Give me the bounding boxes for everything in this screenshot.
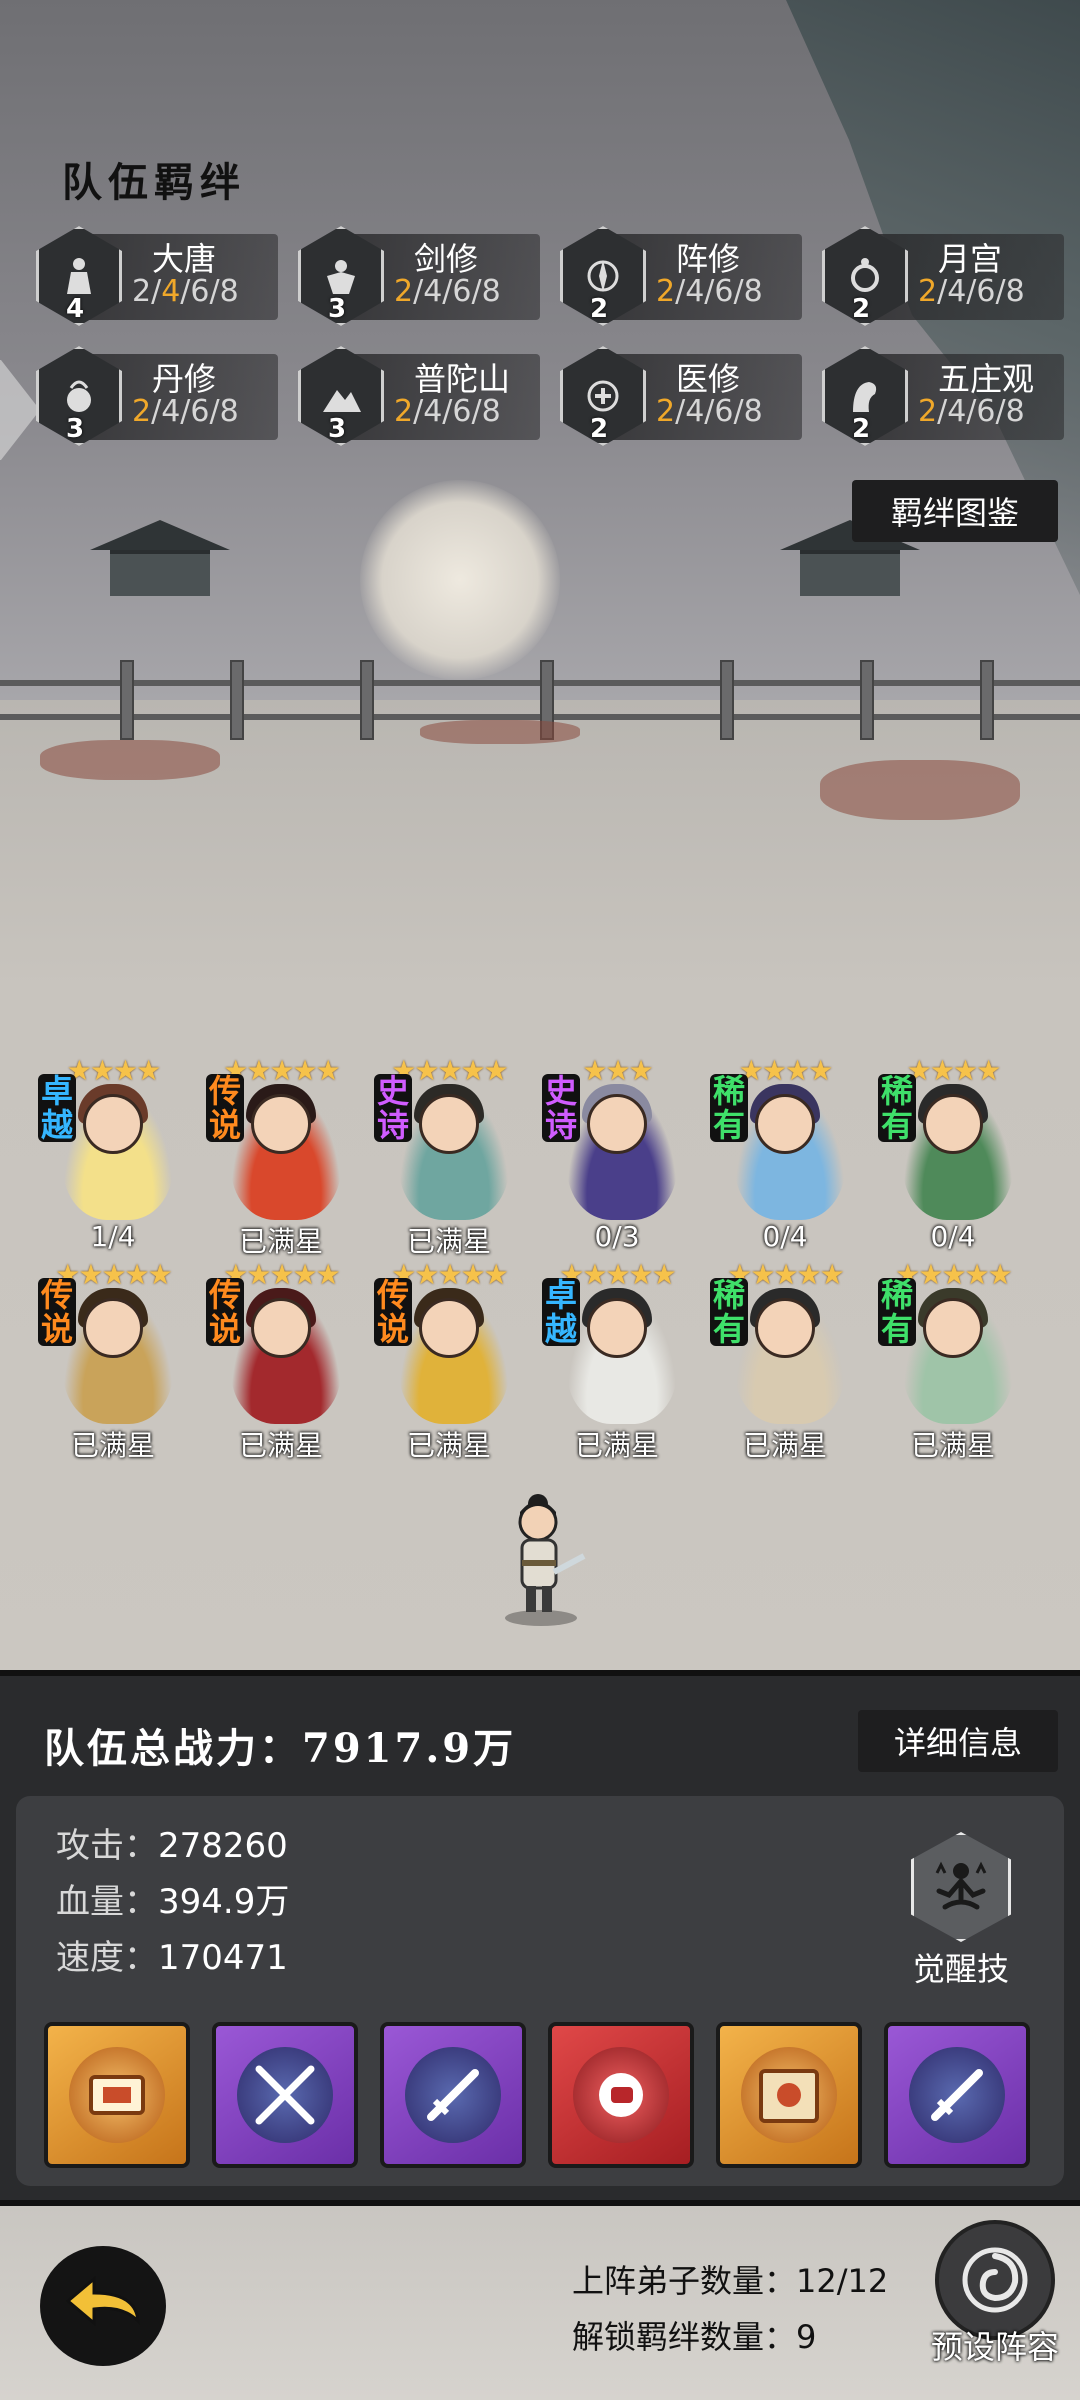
sword-emblem-icon [909, 2047, 1005, 2143]
bond-member-count: 3 [328, 414, 347, 444]
scroll-badge-icon [69, 2047, 165, 2143]
unlocked-bonds-count: 解锁羁绊数量：9 [572, 2318, 817, 2356]
bond-member-count: 2 [852, 294, 871, 324]
star-progress: 0/4 [930, 1220, 976, 1253]
skill-slot[interactable] [548, 2022, 694, 2168]
bond-item[interactable]: 2 月宫 2/4/6/8 [822, 226, 1064, 326]
hero-card[interactable]: ★★★★ 卓越 1/4 [38, 1054, 188, 1254]
bond-item[interactable]: 4 大唐 2/4/6/8 [36, 226, 278, 326]
star-progress: 已满星 [406, 1429, 491, 1462]
star-progress: 已满星 [238, 1429, 323, 1462]
rarity-badge: 稀有 [710, 1278, 748, 1346]
hero-card[interactable]: ★★★★★ 史诗 已满星 [374, 1054, 524, 1258]
star-progress: 已满星 [238, 1225, 323, 1258]
bond-tiers: 2/4/6/8 [394, 274, 501, 309]
hero-card[interactable]: ★★★★★ 稀有 已满星 [710, 1258, 860, 1462]
star-progress: 1/4 [90, 1220, 136, 1253]
bond-member-count: 2 [590, 414, 609, 444]
deployed-count: 上阵弟子数量：12/12 [572, 2262, 889, 2300]
bond-member-count: 3 [328, 294, 347, 324]
hero-card[interactable]: ★★★★★ 卓越 已满星 [542, 1258, 692, 1462]
meditation-icon [911, 1832, 1011, 1942]
hero-card[interactable]: ★★★★★ 稀有 已满星 [878, 1258, 1028, 1462]
bond-member-count: 4 [66, 294, 85, 324]
speed-stat: 速度：170471 [56, 1938, 288, 1978]
awaken-skill-button[interactable]: 觉醒技 [906, 1832, 1016, 1990]
bond-tiers: 2/4/6/8 [918, 274, 1025, 309]
bond-member-count: 2 [852, 414, 871, 444]
player-character [496, 1486, 586, 1626]
stats-box: 攻击：278260 血量：394.9万 速度：170471 觉醒技 [16, 1796, 1064, 2186]
bond-codex-button[interactable]: 羁绊图鉴 [852, 480, 1058, 542]
rarity-badge: 传说 [38, 1278, 76, 1346]
star-progress: 已满星 [742, 1429, 827, 1462]
rarity-badge: 传说 [206, 1278, 244, 1346]
rarity-badge: 传说 [206, 1074, 244, 1142]
bond-tiers: 2/4/6/8 [394, 394, 501, 429]
bond-item[interactable]: 2 阵修 2/4/6/8 [560, 226, 802, 326]
hero-card[interactable]: ★★★★ 稀有 0/4 [710, 1054, 860, 1254]
hero-card[interactable]: ★★★★★ 传说 已满星 [206, 1054, 356, 1258]
bond-item[interactable]: 3 丹修 2/4/6/8 [36, 346, 278, 446]
sword-emblem-icon [405, 2047, 501, 2143]
hero-card[interactable]: ★★★★ 稀有 0/4 [878, 1054, 1028, 1254]
bond-tiers: 2/4/6/8 [132, 274, 239, 309]
skill-slot[interactable] [884, 2022, 1030, 2168]
moon-decoration [360, 480, 560, 680]
preset-lineup-label: 预设阵容 [930, 2328, 1059, 2366]
bond-item[interactable]: 2 五庄观 2/4/6/8 [822, 346, 1064, 446]
fist-crest-icon [573, 2047, 669, 2143]
star-progress: 0/4 [762, 1220, 808, 1253]
team-stats-panel: 队伍总战力：7917.9万 详细信息 攻击：278260 血量：394.9万 速… [0, 1670, 1080, 2200]
book-icon [741, 2047, 837, 2143]
awaken-skill-label: 觉醒技 [912, 1950, 1009, 1988]
hp-stat: 血量：394.9万 [56, 1882, 290, 1922]
star-progress: 已满星 [406, 1225, 491, 1258]
bond-item[interactable]: 3 普陀山 2/4/6/8 [298, 346, 540, 446]
rarity-badge: 史诗 [542, 1074, 580, 1142]
bond-tiers: 2/4/6/8 [656, 274, 763, 309]
hero-card[interactable]: ★★★★★ 传说 已满星 [374, 1258, 524, 1462]
crossed-swords-icon [237, 2047, 333, 2143]
hero-card[interactable]: ★★★★★ 传说 已满星 [38, 1258, 188, 1462]
star-progress: 已满星 [910, 1429, 995, 1462]
rarity-badge: 卓越 [38, 1074, 76, 1142]
star-progress: 已满星 [70, 1429, 155, 1462]
rarity-badge: 稀有 [878, 1278, 916, 1346]
bond-item[interactable]: 2 医修 2/4/6/8 [560, 346, 802, 446]
bond-tiers: 2/4/6/8 [132, 394, 239, 429]
rarity-badge: 卓越 [542, 1278, 580, 1346]
hero-card[interactable]: ★★★ 史诗 0/3 [542, 1054, 692, 1254]
preset-lineup-button[interactable]: 预设阵容 [920, 2220, 1070, 2368]
bond-tiers: 2/4/6/8 [918, 394, 1025, 429]
team-power: 队伍总战力：7917.9万 [44, 1725, 517, 1772]
attack-stat: 攻击：278260 [56, 1826, 288, 1866]
skill-slot[interactable] [380, 2022, 526, 2168]
detail-info-button[interactable]: 详细信息 [858, 1710, 1058, 1772]
rarity-badge: 稀有 [878, 1074, 916, 1142]
bond-tiers: 2/4/6/8 [656, 394, 763, 429]
skill-slot[interactable] [716, 2022, 862, 2168]
team-bonds-title: 队伍羁绊 [62, 159, 246, 206]
rarity-badge: 稀有 [710, 1074, 748, 1142]
skill-slot[interactable] [44, 2022, 190, 2168]
hero-card[interactable]: ★★★★★ 传说 已满星 [206, 1258, 356, 1462]
back-arrow-icon [65, 2275, 140, 2327]
back-button[interactable] [40, 2246, 166, 2366]
pavilion-left [90, 520, 230, 596]
skill-slot[interactable] [212, 2022, 358, 2168]
bond-member-count: 2 [590, 294, 609, 324]
star-progress: 已满星 [574, 1429, 659, 1462]
rarity-badge: 史诗 [374, 1074, 412, 1142]
bond-item[interactable]: 3 剑修 2/4/6/8 [298, 226, 540, 326]
bottom-bar: 上阵弟子数量：12/12 解锁羁绊数量：9 预设阵容 [0, 2200, 1080, 2400]
star-progress: 0/3 [594, 1220, 640, 1253]
bond-member-count: 3 [66, 414, 85, 444]
rarity-badge: 传说 [374, 1278, 412, 1346]
